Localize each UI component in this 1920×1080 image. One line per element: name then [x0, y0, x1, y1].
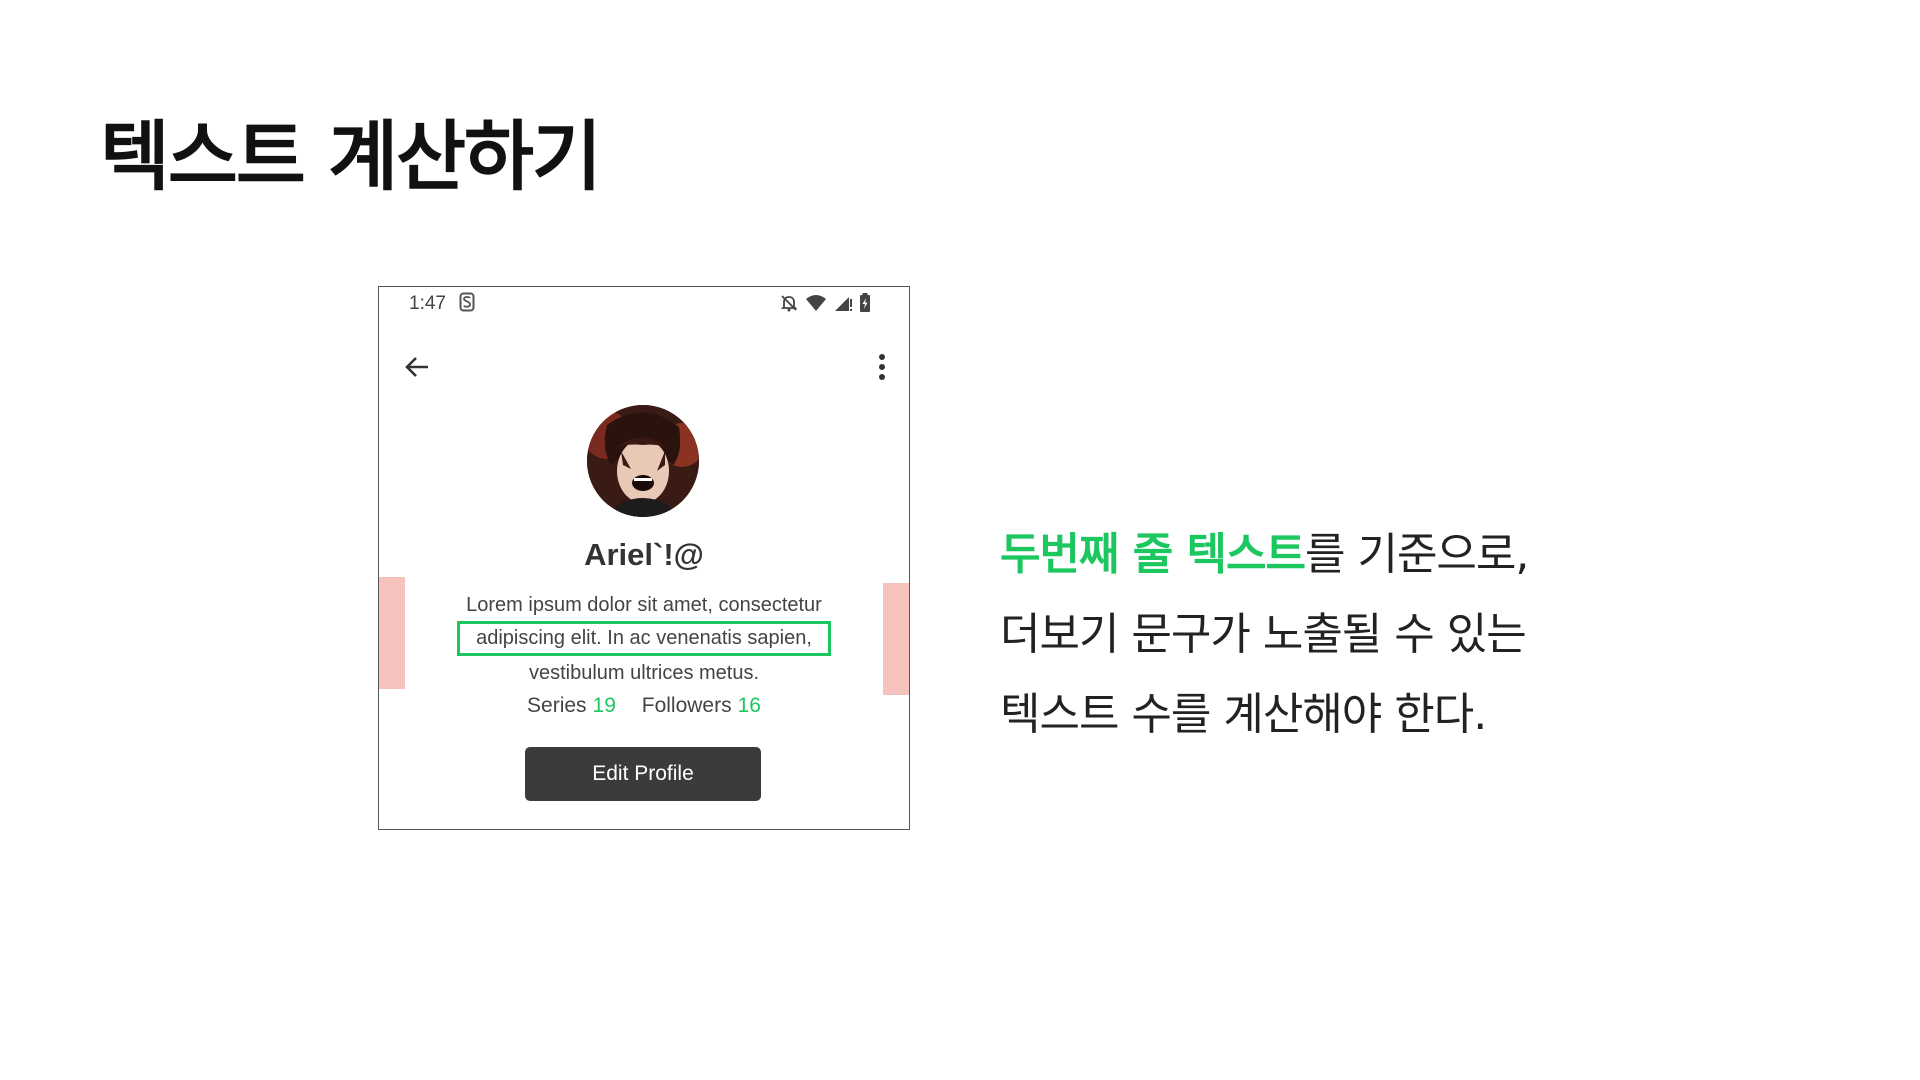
status-bar: 1:47 [379, 287, 909, 321]
bell-off-icon [779, 293, 799, 318]
phone-screenshot: 1:47 Ariel`!@ Lorem ipsum dolor sit amet… [378, 286, 910, 830]
arrow-left-icon[interactable] [401, 351, 433, 383]
stat-value: 16 [737, 694, 761, 717]
description-line-1-rest: 를 기준으로, [1305, 529, 1529, 580]
description-line-1: 두번째 줄 텍스트를 기준으로, [1000, 515, 1529, 595]
wifi-icon [805, 294, 827, 317]
stat-label: Series [527, 694, 587, 717]
description-line-3: 텍스트 수를 계산해야 한다. [1000, 689, 1487, 740]
bio-line-3: vestibulum ultrices metus. [528, 662, 760, 684]
description: 두번째 줄 텍스트를 기준으로, 더보기 문구가 노출될 수 있는 텍스트 수를… [1000, 515, 1529, 755]
description-highlight: 두번째 줄 텍스트 [1000, 529, 1306, 580]
slide-title: 텍스트 계산하기 [100, 112, 602, 201]
s-icon [459, 292, 475, 318]
bio-line-2-highlighted: adipiscing elit. In ac venenatis sapien, [457, 621, 831, 656]
stat-value: 19 [592, 694, 616, 717]
battery-charging-icon [859, 293, 871, 318]
stat-series[interactable]: Series 19 [527, 694, 616, 718]
stats: Series 19 Followers 16 [379, 694, 909, 718]
stat-followers[interactable]: Followers 16 [642, 694, 761, 718]
status-icons [779, 293, 871, 318]
avatar[interactable] [587, 405, 699, 517]
display-name: Ariel`!@ [584, 537, 704, 572]
status-time: 1:47 [409, 293, 446, 314]
slide: 텍스트 계산하기 1:47 Ariel`!@ Lorem ipsum dolor… [0, 0, 1920, 1080]
edit-profile-button[interactable]: Edit Profile [525, 747, 761, 801]
toolbar [379, 343, 909, 393]
description-line-2: 더보기 문구가 노출될 수 있는 [1000, 609, 1527, 660]
more-vertical-icon[interactable] [877, 351, 887, 383]
signal-icon [833, 294, 853, 317]
bio-line-1: Lorem ipsum dolor sit amet, consectetur [466, 594, 822, 616]
stat-label: Followers [641, 694, 732, 717]
bio: Lorem ipsum dolor sit amet, consectetur … [379, 589, 909, 689]
